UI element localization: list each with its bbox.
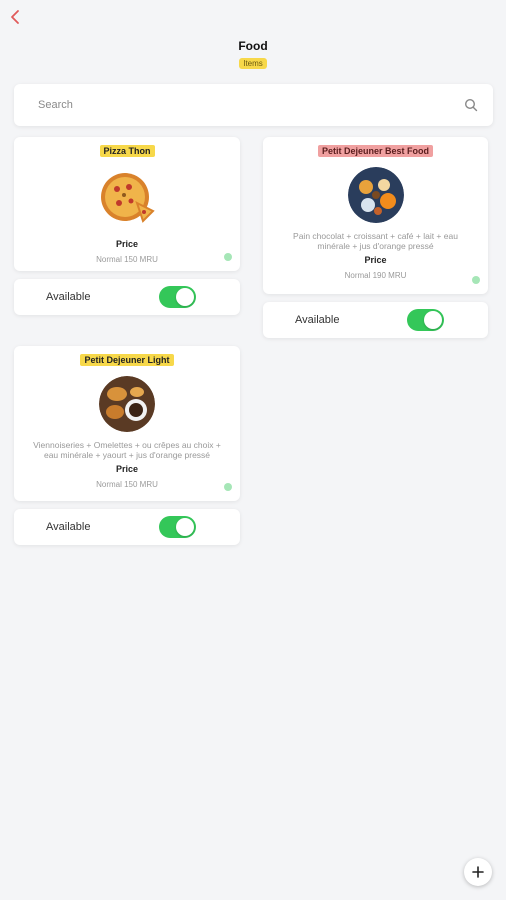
price-value: Normal 190 MRU	[344, 271, 407, 280]
availability-row: Available	[14, 279, 240, 315]
search-bar	[14, 84, 493, 126]
price-value: Normal 150 MRU	[96, 255, 158, 264]
availability-toggle[interactable]	[407, 309, 444, 331]
availability-toggle[interactable]	[159, 286, 196, 308]
price-label: Price	[115, 464, 139, 474]
availability-label: Available	[295, 314, 340, 326]
status-dot	[224, 253, 232, 261]
chevron-left-icon	[11, 10, 19, 24]
search-input[interactable]	[38, 99, 463, 111]
pizza-image	[97, 167, 157, 227]
plus-icon	[472, 866, 484, 878]
food-item-card[interactable]: Petit Dejeuner Light Viennoiseries + Ome…	[14, 346, 240, 501]
item-description: Pain chocolat + croissant + café + lait …	[293, 231, 458, 251]
item-name: Pizza Thon	[99, 145, 155, 157]
availability-row: Available	[14, 509, 240, 545]
availability-row: Available	[263, 302, 488, 338]
price-label: Price	[115, 239, 139, 249]
items-badge: Items	[239, 58, 267, 69]
page-title: Food	[238, 39, 268, 53]
availability-label: Available	[46, 521, 91, 533]
breakfast-image	[347, 167, 404, 223]
item-description: Viennoiseries + Omelettes + ou crêpes au…	[33, 440, 221, 460]
status-dot	[224, 483, 232, 491]
item-name: Petit Dejeuner Light	[80, 354, 174, 366]
availability-label: Available	[46, 291, 91, 303]
status-dot	[472, 276, 480, 284]
breakfast-image	[99, 376, 155, 432]
add-item-button[interactable]	[464, 858, 492, 886]
food-item-card[interactable]: Petit Dejeuner Best Food Pain chocolat +…	[263, 137, 488, 294]
price-label: Price	[364, 255, 387, 265]
price-value: Normal 150 MRU	[96, 480, 158, 489]
food-item-card[interactable]: Pizza Thon Price Normal 150 MRU	[14, 137, 240, 271]
page-header: Food Items	[0, 39, 506, 71]
availability-toggle[interactable]	[159, 516, 196, 538]
back-button[interactable]	[4, 6, 26, 28]
search-icon[interactable]	[463, 97, 479, 113]
item-name: Petit Dejeuner Best Food	[317, 145, 433, 157]
